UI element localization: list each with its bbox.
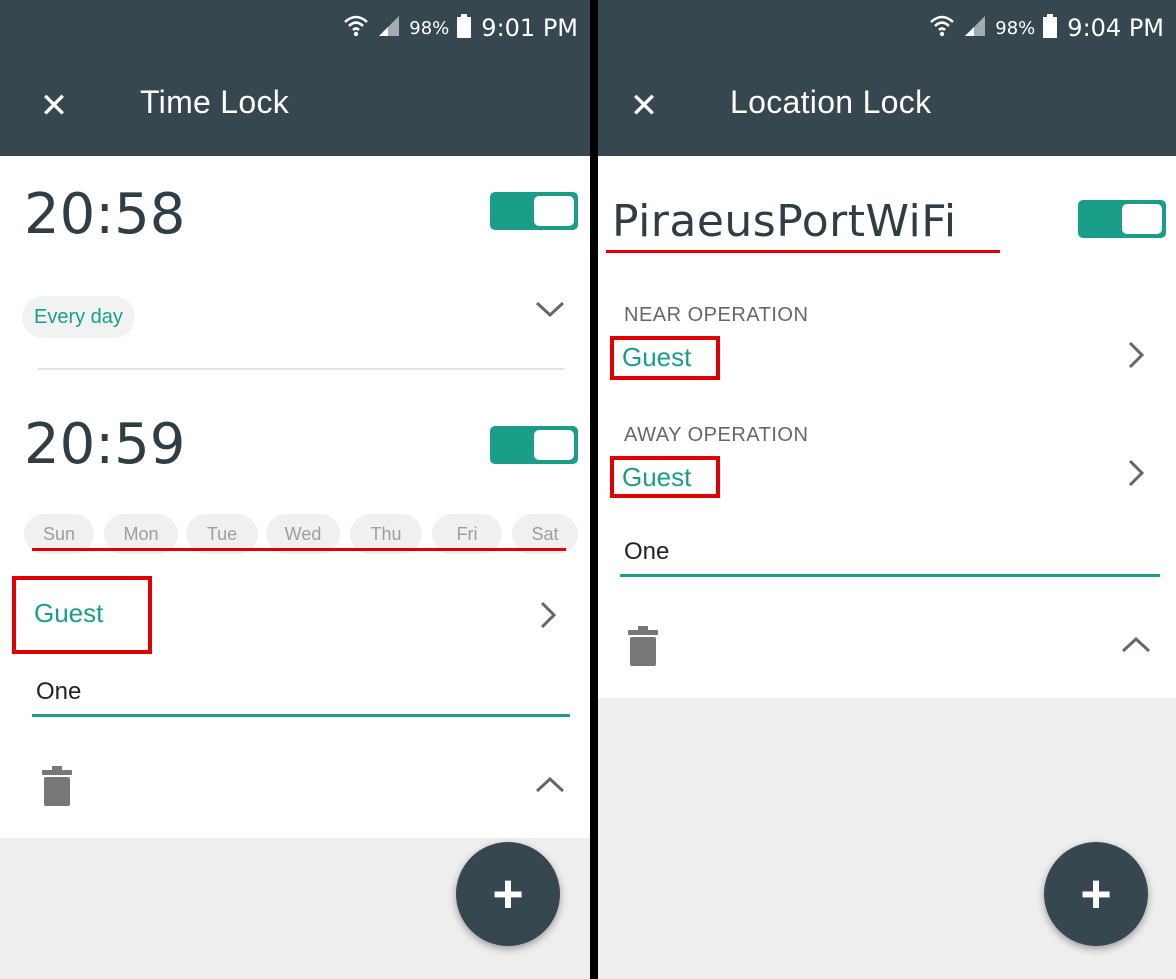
highlight-box	[12, 576, 152, 654]
highlight-box	[610, 336, 720, 380]
plus-icon: +	[1080, 864, 1112, 924]
close-icon[interactable]: ✕	[624, 86, 664, 126]
repeat-chip[interactable]: Every day	[22, 296, 135, 338]
battery-icon	[1043, 14, 1058, 42]
chevron-right-icon[interactable]	[538, 600, 558, 634]
status-bar: 98% 9:04 PM	[929, 14, 1164, 42]
wifi-icon	[929, 14, 955, 42]
lock-time[interactable]: 20:58	[24, 182, 185, 247]
highlight-underline	[606, 250, 1000, 253]
status-clock: 9:04 PM	[1067, 14, 1164, 42]
name-field-underline	[620, 574, 1160, 577]
add-button[interactable]: +	[1044, 842, 1148, 946]
status-clock: 9:01 PM	[481, 14, 578, 42]
chevron-up-icon[interactable]	[1120, 634, 1152, 660]
page-title: Time Lock	[140, 84, 290, 120]
plus-icon: +	[492, 864, 524, 924]
trash-icon[interactable]	[40, 766, 74, 806]
wifi-network-name[interactable]: PiraeusPortWiFi	[612, 196, 957, 247]
battery-percent: 98%	[995, 17, 1036, 39]
lock-enable-toggle[interactable]	[1078, 200, 1166, 238]
entry-divider	[38, 368, 564, 370]
add-button[interactable]: +	[456, 842, 560, 946]
battery-percent: 98%	[409, 17, 450, 39]
app-bar: 98% 9:04 PM ✕ Location Lock	[598, 0, 1176, 156]
location-lock-card: PiraeusPortWiFi NEAR OPERATION Guest AWA…	[598, 156, 1176, 698]
time-lock-list: 20:58 Every day 20:59 Sun Mon Tue Wed Th…	[0, 156, 590, 838]
signal-icon	[963, 14, 987, 42]
lock-time[interactable]: 20:59	[24, 412, 185, 477]
chevron-right-icon[interactable]	[1126, 340, 1146, 374]
chevron-up-icon[interactable]	[534, 774, 566, 800]
signal-icon	[377, 14, 401, 42]
near-operation-label: NEAR OPERATION	[624, 304, 809, 326]
time-lock-screen: 98% 9:01 PM ✕ Time Lock 20:58 Every day …	[0, 0, 590, 979]
app-bar: 98% 9:01 PM ✕ Time Lock	[0, 0, 590, 156]
status-bar: 98% 9:01 PM	[343, 14, 578, 42]
lock-enable-toggle[interactable]	[490, 426, 578, 464]
trash-icon[interactable]	[626, 626, 660, 666]
lock-name[interactable]: One	[36, 678, 81, 706]
lock-enable-toggle[interactable]	[490, 192, 578, 230]
away-operation-label: AWAY OPERATION	[624, 424, 809, 446]
name-field-underline	[32, 714, 570, 717]
wifi-icon	[343, 14, 369, 42]
battery-icon	[457, 14, 472, 42]
lock-name[interactable]: One	[624, 538, 669, 566]
highlight-underline	[32, 548, 566, 551]
page-title: Location Lock	[730, 84, 932, 120]
chevron-down-icon[interactable]	[534, 298, 566, 324]
location-lock-screen: 98% 9:04 PM ✕ Location Lock PiraeusPortW…	[598, 0, 1176, 979]
highlight-box	[610, 456, 720, 498]
close-icon[interactable]: ✕	[34, 86, 74, 126]
chevron-right-icon[interactable]	[1126, 458, 1146, 492]
